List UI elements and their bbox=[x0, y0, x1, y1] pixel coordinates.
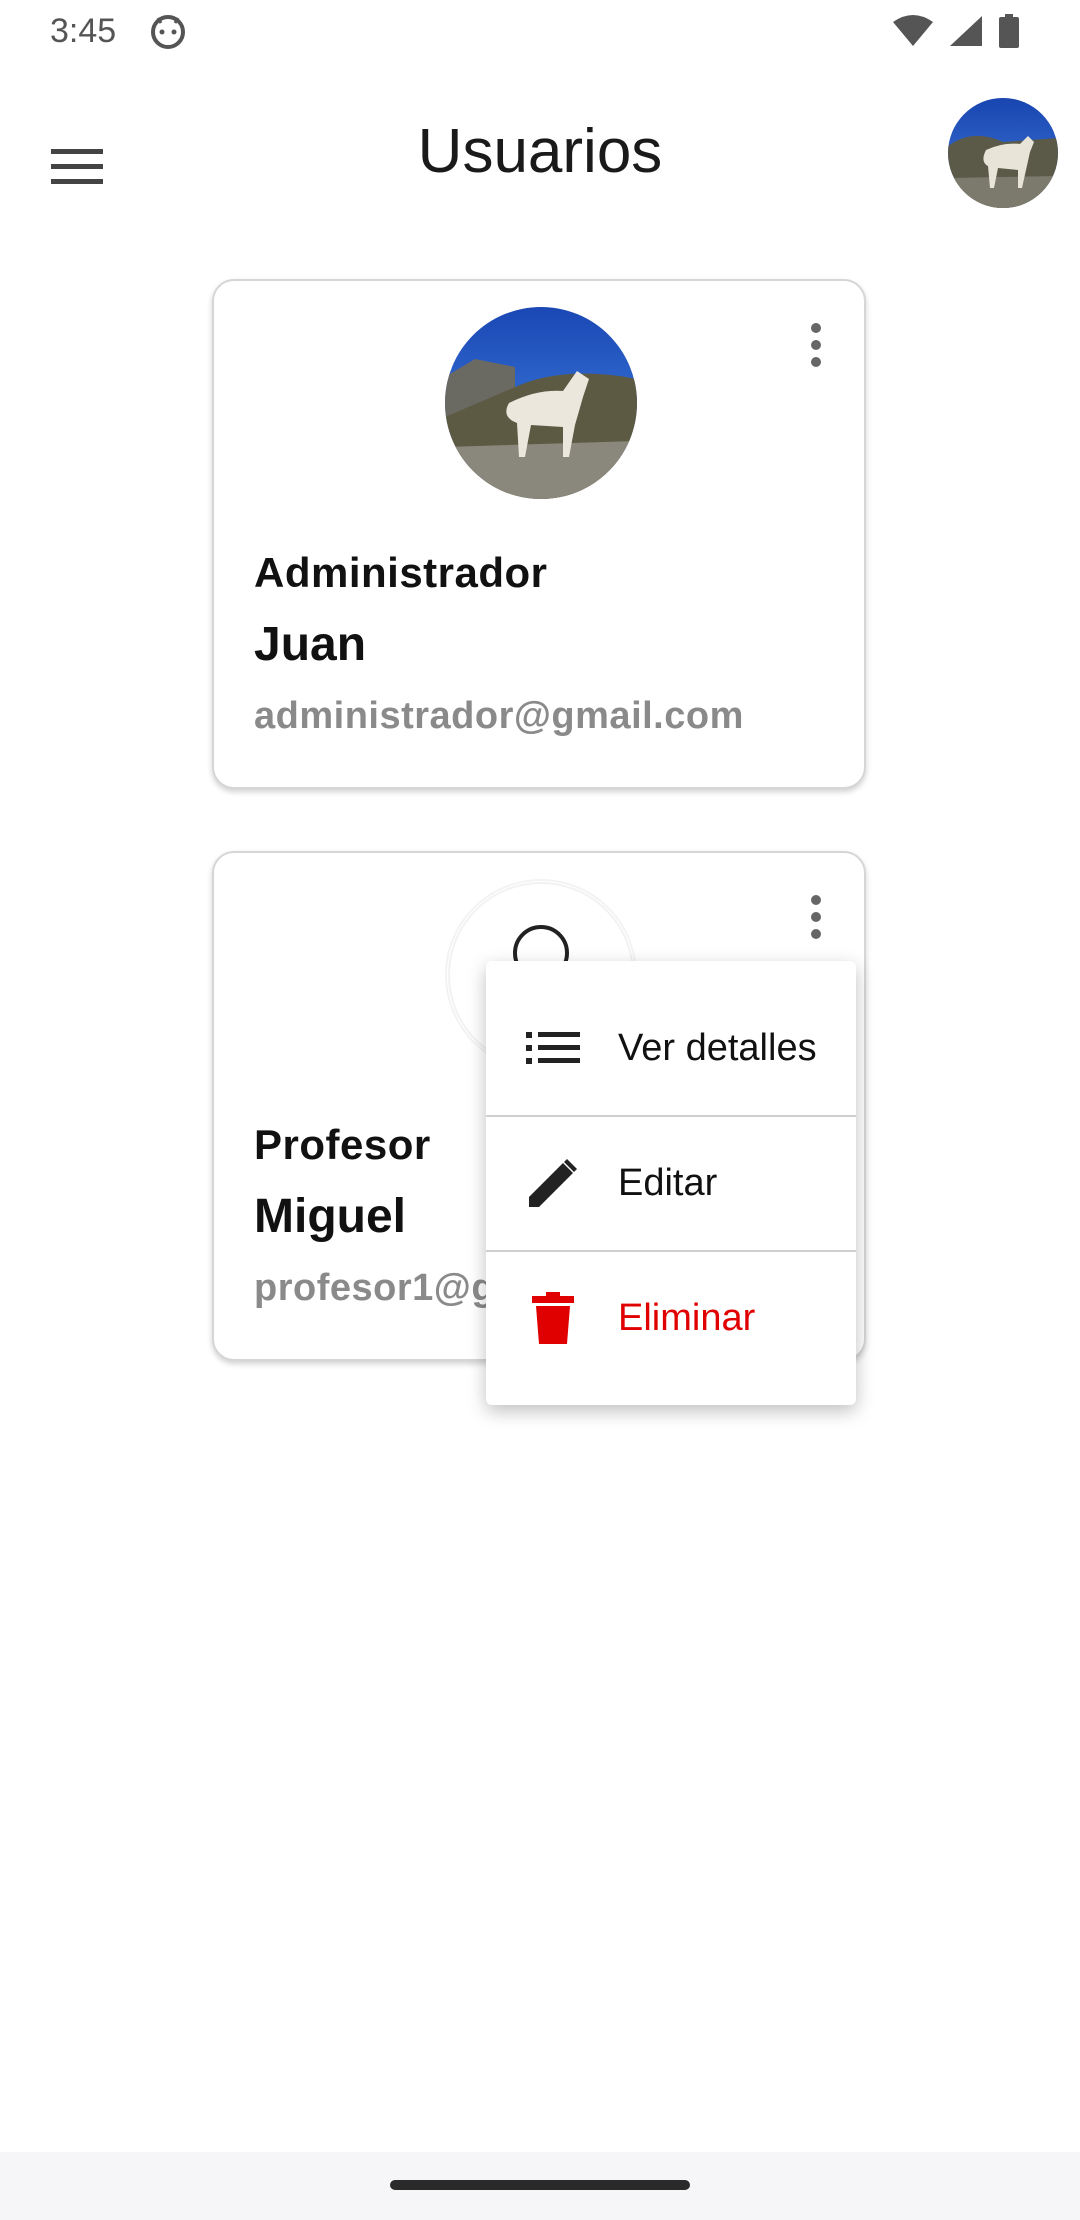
more-options-icon[interactable] bbox=[796, 315, 836, 375]
wifi-icon bbox=[892, 14, 934, 53]
menu-item-view-details[interactable]: Ver detalles bbox=[486, 981, 856, 1115]
context-menu: Ver detalles Editar Eliminar bbox=[486, 961, 856, 1405]
menu-item-delete[interactable]: Eliminar bbox=[486, 1251, 856, 1385]
menu-item-label: Ver detalles bbox=[618, 1026, 817, 1069]
top-app-bar: Usuarios bbox=[0, 70, 1080, 240]
android-icon bbox=[150, 14, 186, 55]
menu-item-edit[interactable]: Editar bbox=[486, 1116, 856, 1250]
profile-avatar[interactable] bbox=[948, 98, 1058, 208]
signal-icon bbox=[948, 14, 984, 53]
menu-item-label: Eliminar bbox=[618, 1296, 756, 1339]
list-icon bbox=[524, 1019, 582, 1077]
user-role: Administrador bbox=[254, 549, 548, 596]
pencil-icon bbox=[524, 1154, 582, 1212]
user-avatar bbox=[445, 307, 637, 499]
status-time: 3:45 bbox=[50, 12, 117, 50]
user-role: Profesor bbox=[254, 1121, 431, 1168]
user-name: Miguel bbox=[254, 1190, 406, 1243]
home-gesture-handle[interactable] bbox=[390, 2180, 690, 2190]
user-card[interactable]: Administrador Juan administrador@gmail.c… bbox=[212, 279, 866, 789]
more-options-icon[interactable] bbox=[796, 887, 836, 947]
status-bar: 3:45 bbox=[0, 0, 1080, 66]
user-email: administrador@gmail.com bbox=[254, 695, 744, 737]
menu-item-label: Editar bbox=[618, 1161, 718, 1204]
trash-icon bbox=[524, 1289, 582, 1347]
user-name: Juan bbox=[254, 618, 367, 671]
battery-icon bbox=[998, 14, 1020, 53]
page-title: Usuarios bbox=[417, 117, 663, 186]
system-nav-bar bbox=[0, 2152, 1080, 2220]
user-email: profesor1@g bbox=[254, 1267, 496, 1309]
